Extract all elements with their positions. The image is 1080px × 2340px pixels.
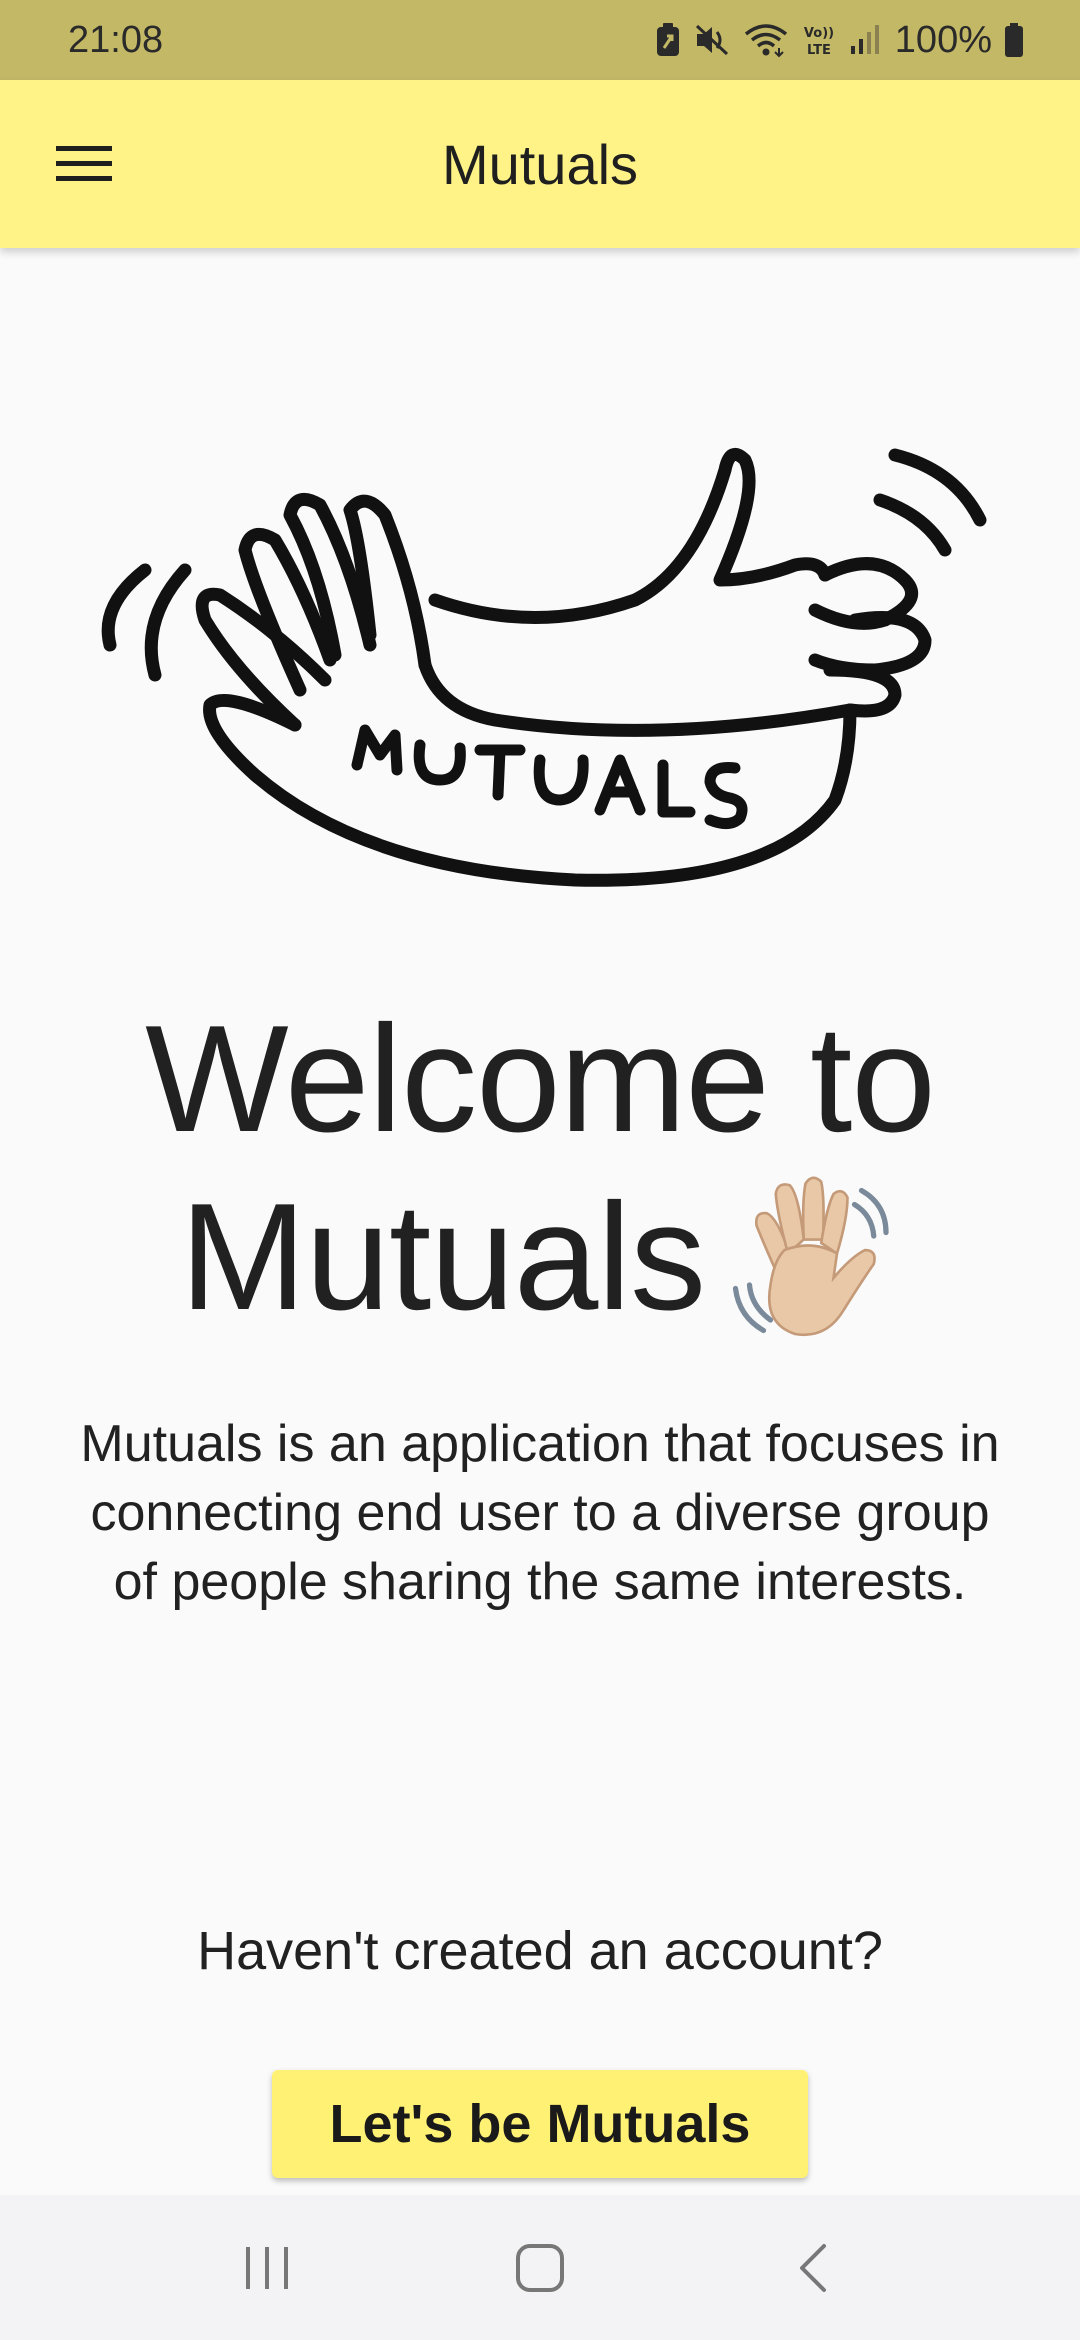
system-nav-bar xyxy=(0,2195,1080,2340)
menu-button[interactable] xyxy=(50,130,118,198)
battery-saver-icon xyxy=(655,22,681,58)
app-title: Mutuals xyxy=(441,132,639,196)
status-bar: 21:08 Vo)) LTE 100% xyxy=(0,0,1080,80)
wifi-icon xyxy=(743,22,789,58)
svg-text:Vo)): Vo)) xyxy=(804,26,834,41)
app-bar: Mutuals xyxy=(0,80,1080,248)
home-icon xyxy=(515,2243,564,2292)
account-prompt: Haven't created an account? xyxy=(197,1921,883,1981)
screen: 21:08 Vo)) LTE 100% Mutuals Welcome to M… xyxy=(0,0,1080,2340)
volte-icon: Vo)) LTE xyxy=(801,22,837,58)
lets-be-mutuals-button[interactable]: Let's be Mutuals xyxy=(272,2070,808,2178)
status-icons: Vo)) LTE 100% xyxy=(655,19,1024,62)
svg-text:LTE: LTE xyxy=(807,43,831,58)
recent-apps-icon xyxy=(245,2246,288,2289)
welcome-line-1: Welcome to xyxy=(145,994,936,1164)
back-icon xyxy=(800,2243,827,2292)
signal-icon xyxy=(849,22,883,58)
welcome-line-2-container: Mutuals xyxy=(0,1168,1080,1356)
back-button[interactable] xyxy=(763,2218,863,2318)
hamburger-menu-icon xyxy=(56,146,112,181)
mutuals-logo xyxy=(101,448,987,887)
battery-icon xyxy=(1004,22,1024,58)
welcome-line-2: Mutuals xyxy=(179,1172,706,1342)
welcome-heading: Welcome to Mutuals xyxy=(0,990,1080,1356)
home-button[interactable] xyxy=(490,2218,590,2318)
mute-icon xyxy=(693,22,731,58)
waving-hand-icon xyxy=(732,1176,889,1337)
recent-apps-button[interactable] xyxy=(217,2218,317,2318)
battery-percent: 100% xyxy=(894,18,992,61)
status-time: 21:08 xyxy=(68,18,164,61)
app-description: Mutuals is an application that focuses i… xyxy=(80,1415,1000,1611)
